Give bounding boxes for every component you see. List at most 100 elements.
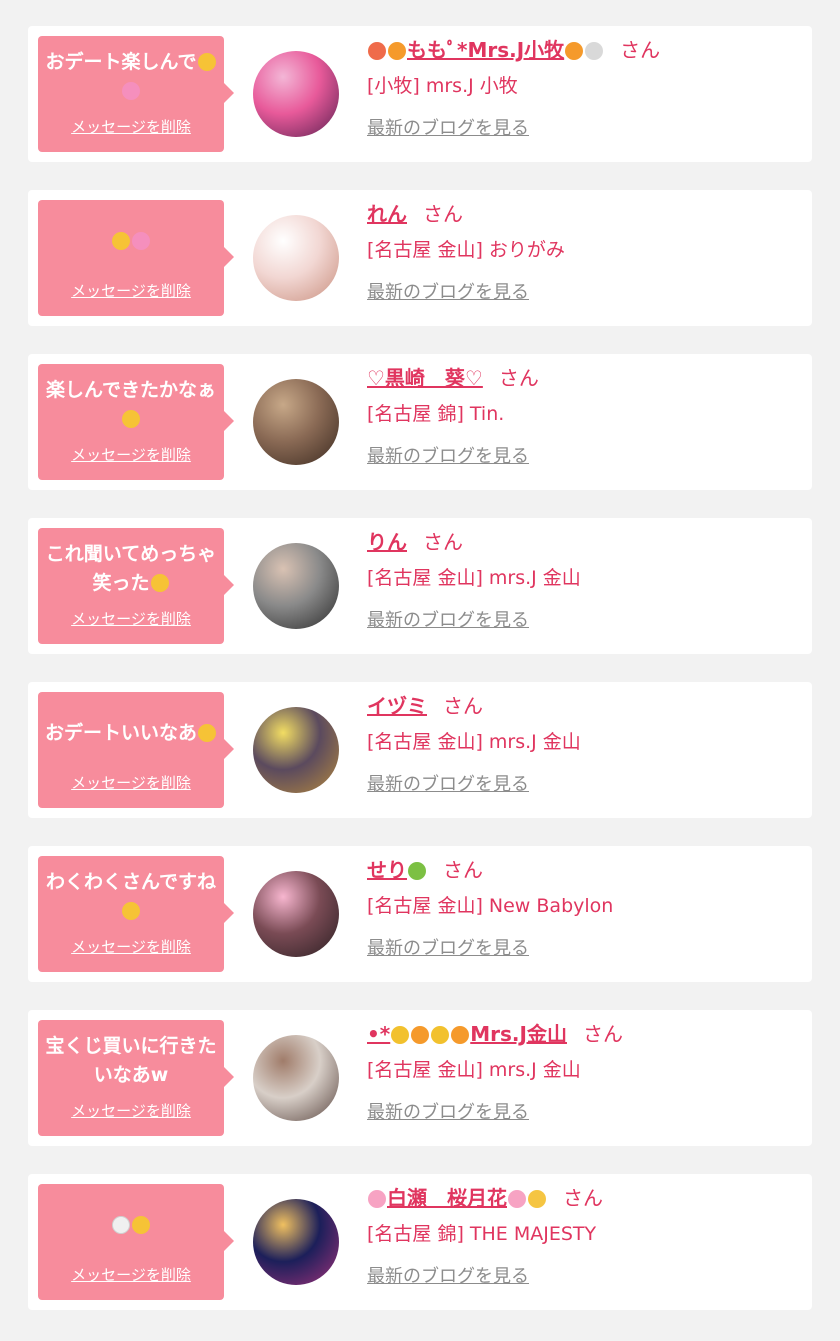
message-text: おデート楽しんで bbox=[44, 48, 218, 106]
message-bubble: 宝くじ買いに行きたいなあw メッセージを削除 bbox=[38, 1020, 234, 1136]
message-wrap bbox=[44, 208, 218, 274]
message-text-content: おデート楽しんで bbox=[45, 51, 197, 73]
message-bubble: わくわくさんですねメッセージを削除 bbox=[38, 856, 234, 972]
pleading-face-icon bbox=[197, 53, 216, 71]
latest-blog-link[interactable]: 最新のブログを見る bbox=[367, 934, 529, 960]
profile-info: れん さん [名古屋 金山] おりがみ最新のブログを見る bbox=[367, 198, 802, 304]
peach-icon bbox=[368, 42, 386, 60]
message-card: 宝くじ買いに行きたいなあw メッセージを削除 •* Mrs.J金山 さん [名古屋 金山]… bbox=[28, 1010, 812, 1146]
delete-message-link[interactable]: メッセージを削除 bbox=[71, 772, 191, 793]
cherry-blossom-icon bbox=[368, 1190, 386, 1208]
profile-name-link[interactable]: 白瀬 桜月花 bbox=[367, 1186, 547, 1210]
profile-name-link[interactable]: れん bbox=[367, 202, 407, 226]
latest-blog-link[interactable]: 最新のブログを見る bbox=[367, 114, 529, 140]
shop-label: [名古屋 金山] おりがみ bbox=[367, 239, 565, 261]
avatar[interactable] bbox=[253, 707, 339, 793]
message-text-content: 楽しんできたかなぁ bbox=[45, 379, 217, 401]
message-card: これ聞いてめっちゃ笑ったメッセージを削除 りん さん [名古屋 金山] mrs.J 金… bbox=[28, 518, 812, 654]
name-row: ♡黒崎 葵♡ さん bbox=[367, 362, 802, 394]
delete-message-link[interactable]: メッセージを削除 bbox=[71, 444, 191, 465]
shop-label: [小牧] mrs.J 小牧 bbox=[367, 75, 518, 97]
avatar[interactable] bbox=[253, 1035, 339, 1121]
name-row: イヅミ さん bbox=[367, 690, 802, 722]
profile-name-link[interactable]: •* Mrs.J金山 bbox=[367, 1022, 567, 1046]
partying-face-icon bbox=[122, 902, 140, 920]
rabbit-icon bbox=[585, 42, 604, 60]
message-bubble: メッセージを削除 bbox=[38, 200, 234, 316]
delete-message-link[interactable]: メッセージを削除 bbox=[71, 936, 191, 957]
shop-label: [名古屋 金山] mrs.J 金山 bbox=[367, 567, 581, 589]
message-wrap: 宝くじ買いに行きたいなあw bbox=[44, 1028, 218, 1094]
profile-name: ももﾟ*Mrs.J小牧 bbox=[407, 38, 565, 62]
rolling-on-floor-laughing-icon bbox=[150, 574, 169, 592]
message-text: これ聞いてめっちゃ笑った bbox=[44, 540, 218, 598]
delete-message-link[interactable]: メッセージを削除 bbox=[71, 1100, 191, 1121]
profile-name-link[interactable]: イヅミ bbox=[367, 694, 427, 718]
honorific-label: さん bbox=[443, 858, 483, 882]
message-text-content: おデートいいなあ bbox=[44, 721, 197, 744]
name-prefix: •* bbox=[367, 1022, 391, 1046]
message-text: わくわくさんですね bbox=[44, 868, 218, 926]
message-card: メッセージを削除 れん さん [名古屋 金山] おりがみ最新のブログを見る bbox=[28, 190, 812, 326]
honorific-label: さん bbox=[423, 530, 463, 554]
message-bubble: おデートいいなあメッセージを削除 bbox=[38, 692, 234, 808]
profile-info: 白瀬 桜月花 さん [名古屋 錦] THE MAJESTY 最新のブログを見る bbox=[367, 1182, 802, 1288]
avatar[interactable] bbox=[253, 1199, 339, 1285]
shop-label: [名古屋 金山] mrs.J 金山 bbox=[367, 731, 581, 753]
latest-blog-link[interactable]: 最新のブログを見る bbox=[367, 442, 529, 468]
message-wrap: わくわくさんですね bbox=[44, 864, 218, 930]
profile-name: りん bbox=[367, 530, 407, 554]
avatar[interactable] bbox=[253, 51, 339, 137]
message-wrap bbox=[44, 1192, 218, 1258]
profile-name: せり bbox=[367, 858, 407, 882]
profile-name-link[interactable]: りん bbox=[367, 530, 407, 554]
message-bubble: これ聞いてめっちゃ笑ったメッセージを削除 bbox=[38, 528, 234, 644]
shop-label: [名古屋 金山] New Babylon bbox=[367, 895, 614, 917]
honorific-label: さん bbox=[582, 1022, 623, 1046]
honorific-label: さん bbox=[620, 38, 661, 62]
avatar[interactable] bbox=[253, 379, 339, 465]
message-text: 宝くじ買いに行きたいなあw bbox=[44, 1032, 218, 1090]
message-card: わくわくさんですねメッセージを削除 せり さん [名古屋 金山] New Babylo… bbox=[28, 846, 812, 982]
hand-over-mouth-icon bbox=[112, 231, 130, 250]
profile-name-link[interactable]: ももﾟ*Mrs.J小牧 bbox=[367, 38, 604, 62]
latest-blog-link[interactable]: 最新のブログを見る bbox=[367, 278, 529, 304]
profile-info: ももﾟ*Mrs.J小牧 さん [小牧] mrs.J 小牧最新のブログを見る bbox=[367, 34, 802, 140]
message-text-content: 宝くじ買いに行きたいなあw bbox=[45, 1035, 217, 1086]
sparkling-heart-icon bbox=[132, 231, 150, 250]
profile-name-link[interactable]: ♡黒崎 葵♡ bbox=[367, 366, 483, 390]
delete-message-link[interactable]: メッセージを削除 bbox=[71, 608, 191, 629]
latest-blog-link[interactable]: 最新のブログを見る bbox=[367, 1098, 529, 1124]
message-bubble: おデート楽しんでメッセージを削除 bbox=[38, 36, 234, 152]
delete-message-link[interactable]: メッセージを削除 bbox=[71, 280, 191, 301]
delete-message-link[interactable]: メッセージを削除 bbox=[71, 1264, 191, 1285]
latest-blog-link[interactable]: 最新のブログを見る bbox=[367, 606, 529, 632]
message-text: 楽しんできたかなぁ bbox=[44, 376, 218, 434]
profile-info: せり さん [名古屋 金山] New Babylon 最新のブログを見る bbox=[367, 854, 802, 960]
avatar[interactable] bbox=[253, 543, 339, 629]
profile-name-link[interactable]: せり bbox=[367, 858, 427, 882]
profile-info: •* Mrs.J金山 さん [名古屋 金山] mrs.J 金山 最新のブログを見る bbox=[367, 1018, 802, 1124]
bee-icon bbox=[391, 1026, 410, 1044]
avatar[interactable] bbox=[253, 871, 339, 957]
avatar[interactable] bbox=[253, 215, 339, 301]
honorific-label: さん bbox=[423, 202, 463, 226]
message-wrap: これ聞いてめっちゃ笑った bbox=[44, 536, 218, 602]
profile-name: れん bbox=[367, 202, 407, 226]
message-text bbox=[111, 1211, 151, 1240]
message-list: おデート楽しんで メッセージを削除 ももﾟ*Mrs.J小牧 さん [小牧] mrs.J … bbox=[0, 0, 840, 1310]
delete-message-link[interactable]: メッセージを削除 bbox=[71, 116, 191, 137]
profile-name: イヅミ bbox=[367, 694, 427, 718]
name-row: せり さん bbox=[367, 854, 802, 886]
name-row: れん さん bbox=[367, 198, 802, 230]
crescent-moon-icon bbox=[528, 1190, 546, 1208]
message-card: おデート楽しんでメッセージを削除 ももﾟ*Mrs.J小牧 さん [小牧] mrs.J … bbox=[28, 26, 812, 162]
honorific-label: さん bbox=[443, 694, 483, 718]
latest-blog-link[interactable]: 最新のブログを見る bbox=[367, 1262, 529, 1288]
message-card: 楽しんできたかなぁ メッセージを削除 ♡黒崎 葵♡ さん [名古屋 錦] Tin. 最新の… bbox=[28, 354, 812, 490]
orange-heart-icon bbox=[388, 42, 406, 60]
message-wrap: 楽しんできたかなぁ bbox=[44, 372, 218, 438]
latest-blog-link[interactable]: 最新のブログを見る bbox=[367, 770, 529, 796]
profile-name: ♡黒崎 葵♡ bbox=[367, 366, 483, 390]
pineapple-icon bbox=[408, 862, 426, 880]
